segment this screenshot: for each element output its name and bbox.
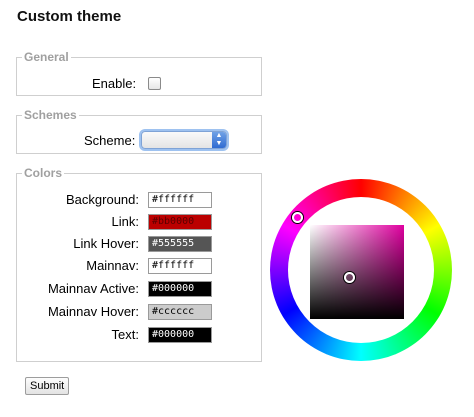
- color-input[interactable]: #ffffff: [148, 258, 212, 274]
- color-label: Mainnav Hover:: [47, 304, 139, 319]
- hue-marker[interactable]: [292, 212, 303, 223]
- color-input[interactable]: #555555: [148, 236, 212, 252]
- color-input[interactable]: #bb0000: [148, 214, 212, 230]
- color-label: Mainnav:: [86, 258, 139, 273]
- saturation-marker[interactable]: [344, 272, 355, 283]
- colors-fieldset: Colors: [16, 166, 262, 362]
- page-title: Custom theme: [17, 8, 122, 25]
- enable-label: Enable:: [92, 76, 137, 91]
- color-label: Background:: [66, 192, 139, 207]
- color-input[interactable]: #cccccc: [148, 304, 212, 320]
- color-label: Text:: [111, 327, 139, 342]
- color-label: Link:: [111, 214, 139, 229]
- general-legend: General: [24, 50, 69, 64]
- color-input[interactable]: #000000: [148, 327, 212, 343]
- saturation-value-square[interactable]: [310, 225, 404, 319]
- color-label: Link Hover:: [73, 236, 139, 251]
- color-label: Mainnav Active:: [47, 281, 139, 296]
- select-arrows-icon: ▲ ▼: [212, 132, 226, 148]
- color-input[interactable]: #ffffff: [148, 192, 212, 208]
- submit-button[interactable]: Submit: [25, 377, 70, 395]
- general-fieldset: General: [16, 50, 262, 96]
- schemes-legend: Schemes: [24, 108, 77, 122]
- scheme-label: Scheme:: [84, 133, 136, 148]
- scheme-select[interactable]: ▲ ▼: [141, 131, 227, 149]
- color-input[interactable]: #000000: [148, 281, 212, 297]
- enable-checkbox[interactable]: [148, 77, 161, 90]
- colors-legend: Colors: [24, 166, 63, 180]
